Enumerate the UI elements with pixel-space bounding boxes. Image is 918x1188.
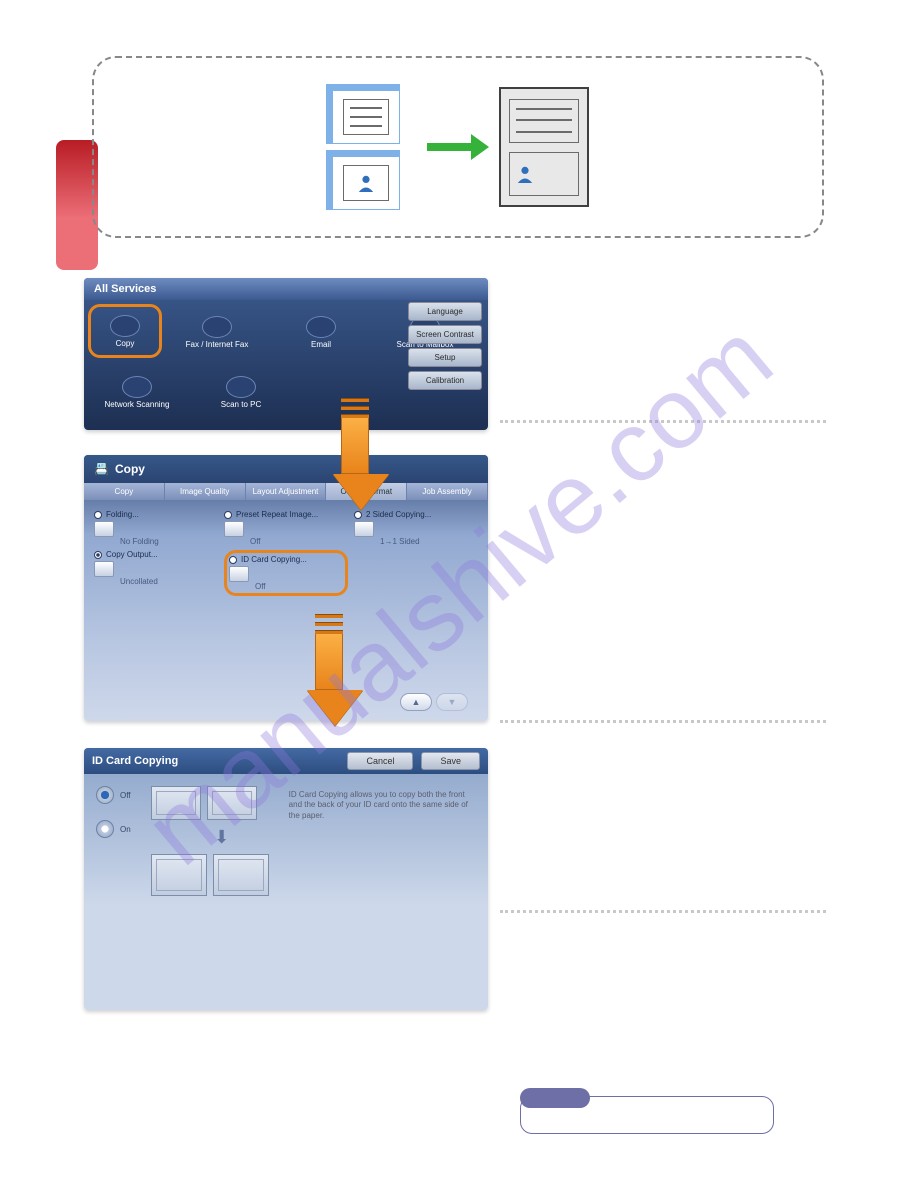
all-services-title: All Services: [84, 278, 488, 300]
diagram-output: [499, 87, 589, 207]
network-icon: [122, 376, 152, 398]
diagram-source-doc: [327, 85, 399, 143]
service-label: Scan to PC: [221, 400, 261, 409]
radio-label: Off: [120, 791, 131, 800]
option-id-card-copying[interactable]: ID Card Copying... Off: [224, 550, 348, 596]
radio-label: On: [120, 825, 131, 834]
tab-copy[interactable]: Copy: [84, 483, 165, 500]
option-label: Preset Repeat Image...: [236, 510, 318, 519]
arrow-down-icon: ⬇: [214, 828, 229, 846]
service-label: Fax / Internet Fax: [186, 340, 249, 349]
tab-job-assembly[interactable]: Job Assembly: [407, 483, 488, 500]
arrow-right-icon: [427, 143, 471, 151]
email-icon: [306, 316, 336, 338]
page-down-button[interactable]: ▼: [436, 693, 468, 711]
diagram-thumb: [151, 786, 201, 820]
diagram-thumb: [151, 854, 207, 896]
callout-pill: [520, 1088, 774, 1134]
service-email[interactable]: Email: [272, 304, 370, 360]
service-scan-pc[interactable]: Scan to PC: [192, 364, 290, 420]
pc-icon: [226, 376, 256, 398]
option-value: Off: [250, 537, 348, 546]
person-icon: [357, 174, 375, 192]
option-label: Folding...: [106, 510, 139, 519]
service-network-scanning[interactable]: Network Scanning: [88, 364, 186, 420]
option-label: ID Card Copying...: [241, 555, 307, 564]
option-folding[interactable]: Folding... No Folding: [94, 510, 218, 546]
option-two-sided[interactable]: 2 Sided Copying... 1→1 Sided: [354, 510, 478, 546]
copy-service-icon: 📇: [94, 462, 109, 476]
service-label: Email: [311, 340, 331, 349]
radio-off[interactable]: Off: [96, 786, 131, 804]
id-card-title: ID Card Copying: [92, 755, 178, 767]
service-fax[interactable]: Fax / Internet Fax: [168, 304, 266, 360]
service-label: Network Scanning: [105, 400, 170, 409]
setup-button[interactable]: Setup: [408, 348, 482, 367]
save-button[interactable]: Save: [421, 752, 480, 770]
option-label: Copy Output...: [106, 550, 158, 559]
id-card-copying-screen: ID Card Copying Cancel Save Off On ⬇ ID …: [84, 748, 488, 1010]
cancel-button[interactable]: Cancel: [347, 752, 413, 770]
calibration-button[interactable]: Calibration: [408, 371, 482, 390]
flow-arrow-icon: [333, 398, 377, 510]
all-services-screen: All Services Copy Fax / Internet Fax Ema…: [84, 278, 488, 430]
service-copy[interactable]: Copy: [88, 304, 162, 358]
copy-title: Copy: [115, 462, 145, 476]
option-value: No Folding: [120, 537, 218, 546]
diagram-input-column: [327, 85, 399, 209]
page-up-button[interactable]: ▲: [400, 693, 432, 711]
diagram-thumb: [207, 786, 257, 820]
option-preset-repeat[interactable]: Preset Repeat Image... Off: [224, 510, 348, 546]
help-text: ID Card Copying allows you to copy both …: [289, 786, 476, 896]
option-value: Off: [255, 582, 343, 591]
diagram-box: [92, 56, 824, 238]
guide-line: [500, 420, 826, 423]
guide-line: [500, 910, 826, 913]
tab-image-quality[interactable]: Image Quality: [165, 483, 246, 500]
option-value: Uncollated: [120, 577, 218, 586]
guide-line: [500, 720, 826, 723]
option-label: 2 Sided Copying...: [366, 510, 431, 519]
service-label: Copy: [116, 339, 135, 348]
fax-icon: [202, 316, 232, 338]
diagram-source-card: [327, 151, 399, 209]
option-value: 1→1 Sided: [380, 537, 478, 546]
screen-contrast-button[interactable]: Screen Contrast: [408, 325, 482, 344]
flow-arrow-icon: [307, 614, 351, 726]
copy-screen: 📇 Copy Copy Image Quality Layout Adjustm…: [84, 455, 488, 721]
option-copy-output[interactable]: Copy Output... Uncollated: [94, 550, 218, 596]
language-button[interactable]: Language: [408, 302, 482, 321]
diagram-thumb: [213, 854, 269, 896]
id-card-diagram: ⬇: [151, 786, 269, 896]
tab-layout-adjustment[interactable]: Layout Adjustment: [246, 483, 327, 500]
radio-on[interactable]: On: [96, 820, 131, 838]
person-icon: [516, 165, 534, 183]
copy-icon: [110, 315, 140, 337]
